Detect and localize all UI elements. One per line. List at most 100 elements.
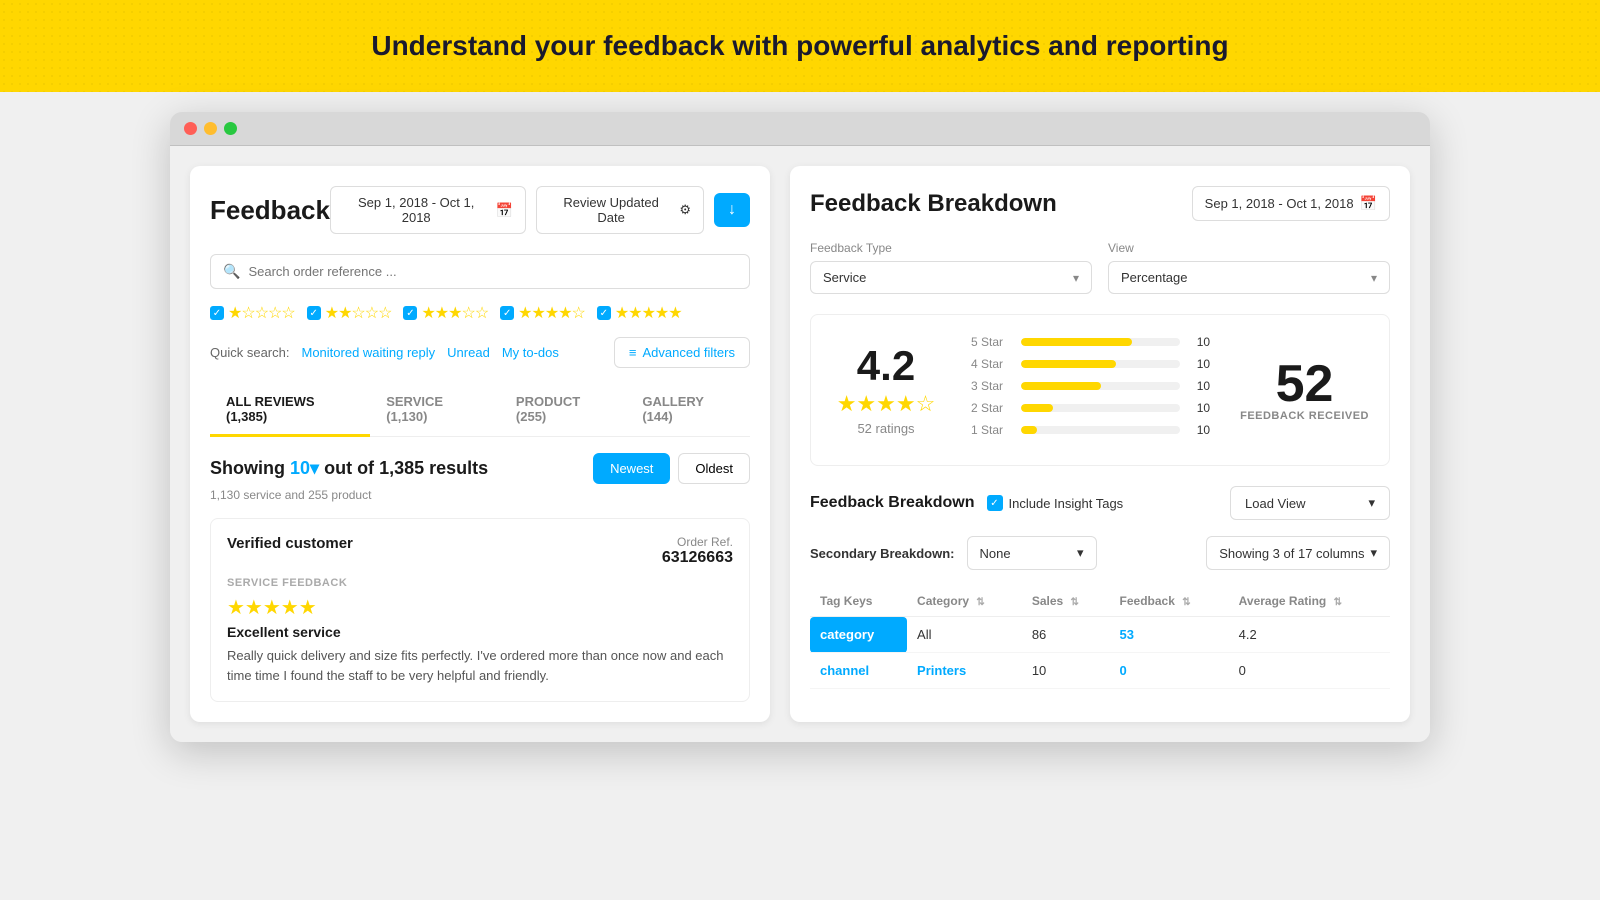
right-calendar-icon: 📅: [1360, 195, 1377, 212]
tab-gallery[interactable]: GALLERY (144): [626, 384, 750, 437]
feedback-cell-0: 53: [1110, 617, 1229, 653]
order-ref-label: Order Ref.: [662, 535, 733, 549]
order-ref-section: Order Ref. 63126663: [662, 535, 733, 567]
secondary-breakdown-select[interactable]: None ▾: [967, 536, 1097, 570]
review-card-header: Verified customer Order Ref. 63126663: [227, 535, 733, 567]
review-tabs: ALL REVIEWS (1,385) SERVICE (1,130) PROD…: [210, 384, 750, 437]
feedback-link-0[interactable]: 53: [1120, 627, 1134, 642]
star-filter-1: ✓ ★☆☆☆☆: [210, 303, 295, 323]
th-avg-rating[interactable]: Average Rating ⇅: [1229, 586, 1390, 617]
load-view-arrow: ▾: [1368, 495, 1375, 511]
bar-track-4: [1021, 360, 1180, 368]
feedback-type-label: Feedback Type: [810, 241, 1092, 255]
feedback-title: Feedback: [210, 195, 330, 226]
dot-green[interactable]: [224, 122, 237, 135]
feedback-type-select[interactable]: Service ▾: [810, 261, 1092, 294]
columns-arrow: ▾: [1370, 545, 1377, 561]
review-stars: ★★★★★: [227, 595, 733, 620]
monitored-waiting-link[interactable]: Monitored waiting reply: [301, 345, 435, 360]
search-bar: 🔍: [210, 254, 750, 289]
date-range-button[interactable]: Sep 1, 2018 - Oct 1, 2018 📅: [330, 186, 526, 234]
dot-red[interactable]: [184, 122, 197, 135]
chart-stars: ★★★★☆: [831, 391, 941, 417]
feedback-link-1[interactable]: 0: [1120, 663, 1127, 678]
star-checkbox-2[interactable]: ✓: [307, 306, 321, 320]
view-select[interactable]: Percentage ▾: [1108, 261, 1390, 294]
feedback-breakdown-title: Feedback Breakdown: [810, 190, 1057, 218]
total-text: 1,385 results: [379, 458, 488, 478]
right-date-range-button[interactable]: Sep 1, 2018 - Oct 1, 2018 📅: [1192, 186, 1390, 221]
columns-button[interactable]: Showing 3 of 17 columns ▾: [1206, 536, 1390, 570]
feedback-count: 52: [1240, 358, 1369, 410]
advanced-filters-button[interactable]: ≡ Advanced filters: [614, 337, 750, 368]
bar-num-1: 10: [1190, 423, 1210, 437]
tag-key-cell-0[interactable]: category: [810, 617, 907, 653]
service-feedback-label: SERVICE FEEDBACK: [227, 577, 733, 589]
sort-group: Newest Oldest: [593, 453, 750, 484]
star-checkbox-4[interactable]: ✓: [500, 306, 514, 320]
dot-yellow[interactable]: [204, 122, 217, 135]
star-checkbox-5[interactable]: ✓: [597, 306, 611, 320]
bar-row-4: 4 Star 10: [971, 357, 1210, 371]
oldest-button[interactable]: Oldest: [678, 453, 750, 484]
download-button[interactable]: ↓: [714, 193, 750, 227]
breakdown-section-title: Feedback Breakdown: [810, 494, 975, 512]
secondary-row: Secondary Breakdown: None ▾ Showing 3 of…: [810, 536, 1390, 570]
calendar-icon: 📅: [495, 202, 512, 219]
secondary-arrow: ▾: [1077, 545, 1084, 561]
load-view-label: Load View: [1245, 496, 1305, 511]
sales-cell-0: 86: [1022, 617, 1110, 653]
sort-button[interactable]: Review Updated Date ⚙: [536, 186, 704, 234]
results-highlight[interactable]: 10▾: [290, 458, 324, 478]
bar-num-2: 10: [1190, 401, 1210, 415]
right-header: Feedback Breakdown Sep 1, 2018 - Oct 1, …: [810, 186, 1390, 221]
th-category[interactable]: Category ⇅: [907, 586, 1022, 617]
search-icon: 🔍: [223, 263, 240, 280]
columns-text: Showing 3 of 17 columns: [1219, 546, 1364, 561]
star-checkbox-1[interactable]: ✓: [210, 306, 224, 320]
th-feedback[interactable]: Feedback ⇅: [1110, 586, 1229, 617]
th-tag-keys[interactable]: Tag Keys: [810, 586, 907, 617]
tag-key-cell-1[interactable]: channel: [810, 653, 907, 689]
unread-link[interactable]: Unread: [447, 345, 490, 360]
bar-label-2: 2 Star: [971, 401, 1011, 415]
tab-all-reviews[interactable]: ALL REVIEWS (1,385): [210, 384, 370, 437]
star-checkbox-3[interactable]: ✓: [403, 306, 417, 320]
avg-sort-icon: ⇅: [1334, 597, 1342, 608]
table-row: channel Printers 10 0 0: [810, 653, 1390, 689]
insight-checkbox[interactable]: ✓: [987, 495, 1003, 511]
th-sales[interactable]: Sales ⇅: [1022, 586, 1110, 617]
bar-num-3: 10: [1190, 379, 1210, 393]
banner-title: Understand your feedback with powerful a…: [20, 30, 1580, 62]
main-window: Feedback Sep 1, 2018 - Oct 1, 2018 📅 Rev…: [170, 112, 1430, 742]
search-input[interactable]: [248, 264, 737, 279]
insight-checkbox-group: ✓ Include Insight Tags: [987, 495, 1124, 511]
header-controls: Sep 1, 2018 - Oct 1, 2018 📅 Review Updat…: [330, 186, 750, 234]
view-label: View: [1108, 241, 1390, 255]
star-filter-2: ✓ ★★☆☆☆: [307, 303, 392, 323]
bar-fill-3: [1021, 382, 1101, 390]
bar-fill-1: [1021, 426, 1037, 434]
load-view-button[interactable]: Load View ▾: [1230, 486, 1390, 520]
tab-product[interactable]: PRODUCT (255): [500, 384, 626, 437]
category-link-1[interactable]: Printers: [917, 663, 966, 678]
table-body: category All 86 53 4.2 channel: [810, 617, 1390, 689]
insight-label: Include Insight Tags: [1009, 496, 1124, 511]
view-value: Percentage: [1121, 270, 1188, 285]
quick-search: Quick search: Monitored waiting reply Un…: [210, 337, 750, 368]
feedback-cell-1: 0: [1110, 653, 1229, 689]
bar-track-1: [1021, 426, 1180, 434]
bar-label-4: 4 Star: [971, 357, 1011, 371]
big-rating: 4.2: [831, 345, 941, 387]
window-content: Feedback Sep 1, 2018 - Oct 1, 2018 📅 Rev…: [170, 146, 1430, 742]
category-cell-1: Printers: [907, 653, 1022, 689]
my-todos-link[interactable]: My to-dos: [502, 345, 559, 360]
category-cell-0: All: [907, 617, 1022, 653]
tab-service[interactable]: SERVICE (1,130): [370, 384, 500, 437]
bar-track-3: [1021, 382, 1180, 390]
stars-4: ★★★★☆: [518, 303, 585, 323]
filter-icon: ≡: [629, 345, 637, 360]
review-card: Verified customer Order Ref. 63126663 SE…: [210, 518, 750, 702]
bar-track-2: [1021, 404, 1180, 412]
newest-button[interactable]: Newest: [593, 453, 670, 484]
